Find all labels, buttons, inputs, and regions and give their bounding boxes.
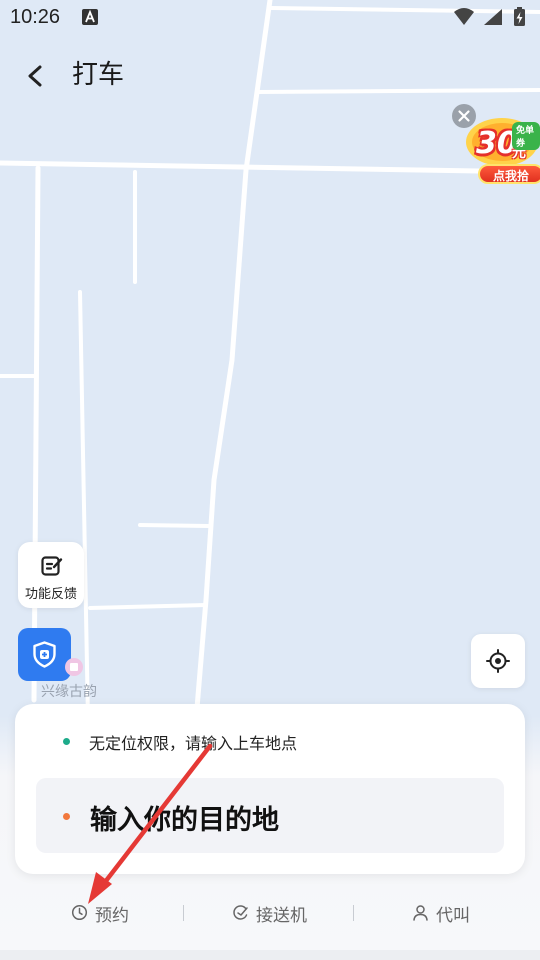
battery-charging-icon bbox=[514, 7, 525, 26]
page-title: 打车 bbox=[72, 60, 125, 90]
chevron-left-icon[interactable] bbox=[18, 58, 54, 94]
screen: 10:26 打车 免单券 30 元 点我拾 功能反馈 兴缘古韵 无定位权限，请输… bbox=[0, 0, 540, 960]
service-label-call-for-others: 代叫 bbox=[436, 906, 470, 926]
header: 打车 bbox=[0, 48, 540, 104]
service-label-reserve: 预约 bbox=[95, 906, 129, 926]
locate-button[interactable] bbox=[471, 634, 525, 688]
status-time: 10:26 bbox=[10, 6, 61, 28]
status-bar: 10:26 bbox=[0, 0, 540, 36]
promo-badge[interactable]: 免单券 30 元 点我拾 bbox=[452, 104, 540, 184]
divider bbox=[183, 905, 184, 921]
person-icon bbox=[413, 905, 428, 921]
service-reserve[interactable]: 预约 bbox=[71, 899, 141, 927]
clock-icon bbox=[71, 904, 88, 921]
destination-dot-icon bbox=[63, 813, 70, 820]
poi-icon[interactable] bbox=[64, 657, 84, 677]
a-notification-icon bbox=[82, 9, 98, 25]
pickup-field[interactable]: 无定位权限，请输入上车地点 bbox=[15, 722, 525, 758]
signal-icon bbox=[484, 9, 502, 25]
pickup-text: 无定位权限，请输入上车地点 bbox=[89, 734, 298, 753]
destination-placeholder: 输入你的目的地 bbox=[90, 805, 279, 836]
service-airport[interactable]: 接送机 bbox=[232, 899, 322, 927]
destination-input[interactable]: 输入你的目的地 bbox=[36, 778, 504, 853]
divider bbox=[353, 905, 354, 921]
wifi-icon bbox=[454, 8, 474, 25]
crosshair-icon bbox=[486, 649, 510, 673]
service-call-for-others[interactable]: 代叫 bbox=[412, 899, 482, 927]
service-bar: 预约 接送机 代叫 bbox=[0, 893, 540, 933]
feedback-button[interactable]: 功能反馈 bbox=[18, 542, 84, 608]
status-icons bbox=[454, 7, 525, 26]
edit-note-icon bbox=[41, 556, 63, 576]
promo-action-button[interactable]: 点我拾 bbox=[478, 164, 540, 184]
trip-card: 无定位权限，请输入上车地点 输入你的目的地 bbox=[15, 704, 525, 874]
plane-arrow-icon bbox=[233, 905, 248, 920]
feedback-label: 功能反馈 bbox=[24, 587, 77, 602]
pickup-dot-icon bbox=[63, 738, 70, 745]
promo-tag: 免单券 bbox=[512, 122, 540, 150]
poi-label[interactable]: 兴缘古韵 bbox=[41, 681, 97, 701]
service-label-airport: 接送机 bbox=[256, 906, 307, 926]
close-icon[interactable] bbox=[452, 104, 476, 128]
shield-plus-icon bbox=[33, 641, 56, 668]
bottom-strip bbox=[0, 950, 540, 960]
